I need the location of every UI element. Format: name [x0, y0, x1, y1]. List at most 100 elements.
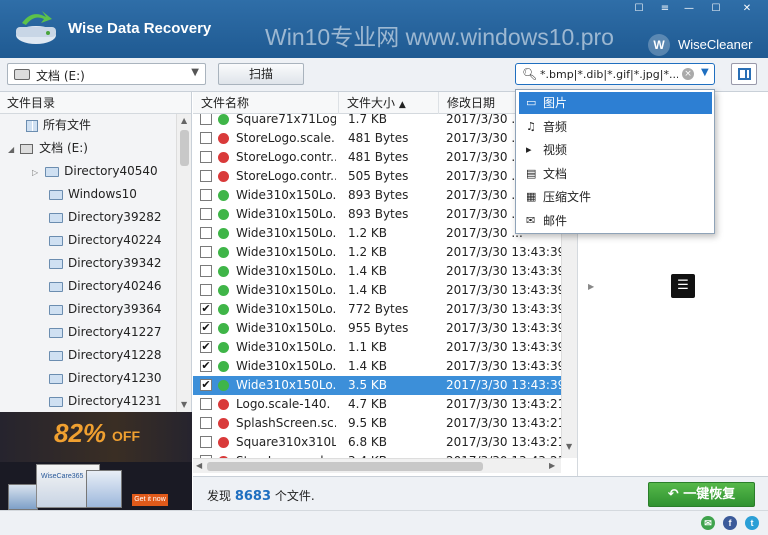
folder-icon	[49, 396, 63, 407]
drive-select-value: 文档 (E:)	[36, 69, 85, 83]
tree-item-folder[interactable]: Directory41231	[0, 390, 191, 412]
row-checkbox[interactable]	[200, 132, 212, 144]
row-checkbox[interactable]	[200, 417, 212, 429]
row-checkbox[interactable]	[200, 227, 212, 239]
twitter-icon[interactable]: t	[745, 516, 759, 530]
table-row[interactable]: Wide310x150Lo... 1.4 KB 2017/3/30 13:43:39…	[193, 281, 577, 300]
maximize-button[interactable]: ☐	[707, 2, 725, 16]
row-checkbox[interactable]: ✔	[200, 360, 212, 372]
discount-percent: 82%	[54, 418, 107, 448]
row-checkbox[interactable]: ✔	[200, 341, 212, 353]
mail-icon[interactable]: ✉	[701, 516, 715, 530]
table-row[interactable]: ✔ Wide310x150Lo... 3.5 KB 2017/3/30 13:43:3…	[193, 376, 577, 395]
file-name: Wide310x150Lo...	[236, 378, 336, 392]
discount-off: OFF	[112, 428, 140, 444]
table-row[interactable]: Logo.scale-140.4.7 KB2017/3/30 13:43:21无	[193, 395, 577, 414]
tree-item-folder[interactable]: Directory40246	[0, 275, 191, 298]
row-checkbox[interactable]	[200, 170, 212, 182]
table-row[interactable]: SplashScreen.sc... 9.5 KB 2017/3/30 13:43:…	[193, 414, 577, 433]
tree-item-folder[interactable]: Directory41228	[0, 344, 191, 367]
row-checkbox[interactable]	[200, 189, 212, 201]
drive-select[interactable]: 文档 (E:) ▼	[7, 63, 206, 85]
dropdown-item[interactable]: ▤ 文档	[519, 163, 712, 185]
tree-item-folder[interactable]: Windows10	[0, 183, 191, 206]
row-checkbox[interactable]	[200, 246, 212, 258]
column-header-name[interactable]: 文件名称	[193, 92, 339, 114]
row-checkbox[interactable]	[200, 284, 212, 296]
file-name: Square310x310L...	[236, 435, 336, 449]
row-checkbox[interactable]	[200, 208, 212, 220]
row-checkbox[interactable]	[200, 436, 212, 448]
scroll-down-icon[interactable]: ▼	[181, 400, 187, 409]
dropdown-item[interactable]: ♫ 音频	[519, 116, 712, 138]
scroll-down-icon[interactable]: ▼	[566, 442, 572, 451]
row-checkbox[interactable]	[200, 398, 212, 410]
file-date: 2017/3/30 13:43:39	[446, 245, 566, 259]
facebook-icon[interactable]: f	[723, 516, 737, 530]
table-row[interactable]: Wide310x150Lo... 1.2 KB 2017/3/30 13:43:39…	[193, 243, 577, 262]
tree-item-folder[interactable]: Directory40224	[0, 229, 191, 252]
menu-icon[interactable]: ≡	[656, 2, 674, 16]
expand-icon[interactable]: ▷	[32, 168, 38, 177]
layout-toggle-button[interactable]	[731, 63, 757, 85]
undo-icon: ↶	[667, 487, 684, 502]
recover-button[interactable]: ↶ 一键恢复	[648, 482, 755, 507]
list-horizontal-scrollbar[interactable]: ◀ ▶	[193, 458, 561, 473]
scan-button[interactable]: 扫描	[218, 63, 304, 85]
tree-item-folder[interactable]: Directory41227	[0, 321, 191, 344]
dropdown-item[interactable]: ✉ 邮件	[519, 210, 712, 232]
mail-icon: ✉	[526, 213, 536, 227]
file-name: Square71x71Log...	[236, 114, 336, 126]
tree-item-folder[interactable]: Directory39342	[0, 252, 191, 275]
status-dot-icon	[218, 323, 229, 334]
minimize-button[interactable]: —	[680, 2, 698, 16]
row-checkbox[interactable]: ✔	[200, 303, 212, 315]
promo-banner[interactable]: 82% OFF WiseCare365 Pro Get it now	[0, 412, 192, 510]
get-it-now-button[interactable]: Get it now	[132, 494, 168, 506]
tree-item-folder[interactable]: ▷ Directory40540	[0, 160, 191, 183]
drive-icon	[20, 143, 34, 154]
close-button[interactable]: ✕	[738, 2, 756, 16]
scroll-up-icon[interactable]: ▲	[181, 116, 187, 125]
tree-item-folder[interactable]: Directory41230	[0, 367, 191, 390]
file-type-filter[interactable]: 🔍︎ *.bmp|*.dib|*.gif|*.jpg|*.... × ▼	[515, 63, 715, 85]
dropdown-item[interactable]: ▸ 视频	[519, 139, 712, 161]
splitter-arrow-icon[interactable]: ▶	[588, 282, 594, 291]
row-checkbox[interactable]: ✔	[200, 322, 212, 334]
dropdown-item-label: 文档	[543, 166, 568, 181]
feedback-icon[interactable]: ☐	[630, 2, 648, 16]
folder-icon	[49, 281, 63, 292]
collapse-icon[interactable]: ◢	[8, 145, 14, 154]
scroll-thumb[interactable]	[207, 462, 483, 471]
dropdown-item[interactable]: ▭ 图片	[519, 92, 712, 114]
tree-item-label: 所有文件	[43, 118, 92, 132]
row-checkbox[interactable]	[200, 151, 212, 163]
clear-icon[interactable]: ×	[682, 68, 694, 80]
tree-item-drive[interactable]: ◢ 文档 (E:)	[0, 137, 191, 160]
scroll-right-icon[interactable]: ▶	[549, 461, 555, 470]
table-row[interactable]: ✔ Wide310x150Lo... 772 Bytes 2017/3/30 13:4…	[193, 300, 577, 319]
tree-item-folder[interactable]: Directory39282	[0, 206, 191, 229]
table-row[interactable]: Square310x310L... 6.8 KB 2017/3/30 13:43:2…	[193, 433, 577, 452]
table-row[interactable]: ✔ Wide310x150Lo... 1.4 KB 2017/3/30 13:43:3…	[193, 357, 577, 376]
file-size: 1.4 KB	[348, 283, 387, 297]
dropdown-item[interactable]: ▦ 压缩文件	[519, 186, 712, 208]
scroll-thumb[interactable]	[180, 130, 189, 166]
tree-item-all-files[interactable]: 所有文件	[0, 114, 191, 137]
table-row[interactable]: Wide310x150Lo... 1.4 KB 2017/3/30 13:43:39…	[193, 262, 577, 281]
tree-scrollbar[interactable]: ▲ ▼	[176, 114, 191, 412]
table-row[interactable]: ✔ Wide310x150Lo... 955 Bytes 2017/3/30 13:4…	[193, 319, 577, 338]
folder-icon	[49, 212, 63, 223]
drive-icon	[14, 69, 30, 80]
row-checkbox[interactable]: ✔	[200, 379, 212, 391]
folder-icon	[49, 327, 63, 338]
file-name: Wide310x150Lo...	[236, 188, 336, 202]
row-checkbox[interactable]	[200, 114, 212, 125]
chevron-down-icon[interactable]: ▼	[701, 67, 709, 78]
table-row[interactable]: ✔ Wide310x150Lo... 1.1 KB 2017/3/30 13:43:3…	[193, 338, 577, 357]
row-checkbox[interactable]	[200, 265, 212, 277]
column-header-size[interactable]: 文件大小 ▲	[339, 92, 439, 114]
scroll-left-icon[interactable]: ◀	[196, 461, 202, 470]
tree-item-folder[interactable]: Directory39364	[0, 298, 191, 321]
tree-item-label: 文档 (E:)	[39, 141, 88, 155]
